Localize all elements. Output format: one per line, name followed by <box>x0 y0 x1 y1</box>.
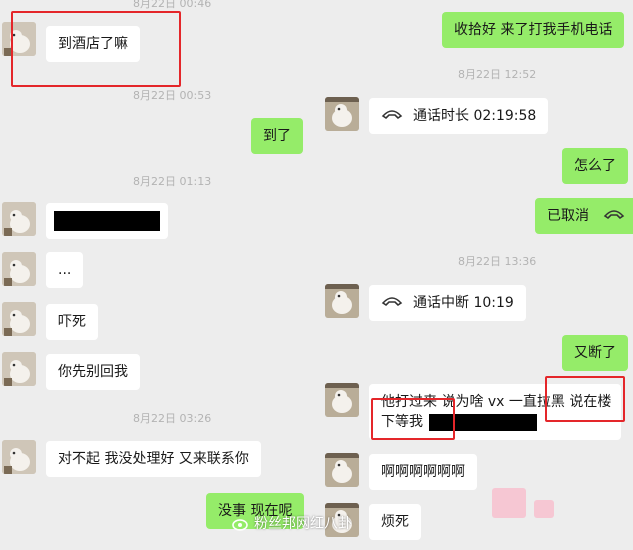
cat-avatar-icon <box>325 284 359 318</box>
timestamp: 8月22日 01:13 <box>133 175 212 188</box>
message-bubble: 怎么了 <box>562 148 628 184</box>
message-text: 收拾好 来了打我手机电话 <box>454 22 613 38</box>
message-bubble: ... <box>46 252 84 288</box>
cat-avatar-icon <box>2 252 36 286</box>
avatar[interactable] <box>2 252 36 286</box>
cat-avatar-icon <box>2 302 36 336</box>
message-bubble <box>46 203 168 239</box>
highlight-box <box>11 11 181 87</box>
cat-avatar-icon <box>325 97 359 131</box>
timestamp: 8月22日 00:53 <box>133 89 212 102</box>
timestamp: 8月22日 12:52 <box>458 68 537 81</box>
cat-avatar-icon <box>2 352 36 386</box>
message-bubble: 又断了 <box>562 335 628 371</box>
message-text: 又断了 <box>574 345 616 361</box>
cat-avatar-icon <box>325 383 359 417</box>
avatar[interactable] <box>2 352 36 386</box>
timestamp: 8月22日 03:26 <box>133 412 212 425</box>
avatar[interactable] <box>325 453 359 487</box>
phone-hangup-icon <box>603 206 625 226</box>
avatar[interactable] <box>2 440 36 474</box>
message-bubble: 收拾好 来了打我手机电话 <box>442 12 625 48</box>
message-bubble: 吓死 <box>46 304 98 340</box>
call-cancelled-bubble[interactable]: 已取消 <box>535 198 633 234</box>
watermark: 粉丝邦网红八卦 <box>232 513 352 533</box>
message-text: 吓死 <box>58 314 86 330</box>
call-cancelled-text: 已取消 <box>547 208 589 224</box>
phone-hangup-icon <box>381 293 403 313</box>
message-bubble: 烦死 <box>369 504 421 540</box>
avatar[interactable] <box>2 302 36 336</box>
message-bubble: 你先别回我 <box>46 354 140 390</box>
highlight-box <box>545 376 625 422</box>
message-bubble: 到了 <box>251 118 303 154</box>
call-record-bubble[interactable]: 通话中断 10:19 <box>369 285 526 321</box>
avatar[interactable] <box>325 383 359 417</box>
blur-patch <box>534 500 554 518</box>
timestamp: 8月22日 00:46 <box>133 0 212 10</box>
message-text: ... <box>58 262 72 278</box>
message-bubble: 啊啊啊啊啊啊 <box>369 454 477 490</box>
cat-avatar-icon <box>325 453 359 487</box>
message-text: 啊啊啊啊啊啊 <box>381 464 465 480</box>
call-duration-text: 通话时长 02:19:58 <box>413 108 537 124</box>
weibo-logo-icon <box>232 517 250 531</box>
message-text: 到了 <box>263 128 291 144</box>
cat-avatar-icon <box>2 440 36 474</box>
redaction-bar <box>54 211 160 231</box>
message-text: 你先别回我 <box>58 364 128 380</box>
timestamp: 8月22日 13:36 <box>458 255 537 268</box>
blur-patch <box>492 488 526 518</box>
phone-hangup-icon <box>381 106 403 126</box>
message-bubble: 对不起 我没处理好 又来联系你 <box>46 441 261 477</box>
call-interrupted-text: 通话中断 10:19 <box>413 295 514 311</box>
call-record-bubble[interactable]: 通话时长 02:19:58 <box>369 98 549 134</box>
watermark-text: 粉丝邦网红八卦 <box>254 516 352 532</box>
cat-avatar-icon <box>2 202 36 236</box>
avatar[interactable] <box>325 97 359 131</box>
message-text: 对不起 我没处理好 又来联系你 <box>58 451 249 467</box>
avatar[interactable] <box>325 284 359 318</box>
highlight-box <box>371 398 455 440</box>
message-text: 烦死 <box>381 514 409 530</box>
avatar[interactable] <box>2 202 36 236</box>
message-text: 怎么了 <box>574 158 616 174</box>
